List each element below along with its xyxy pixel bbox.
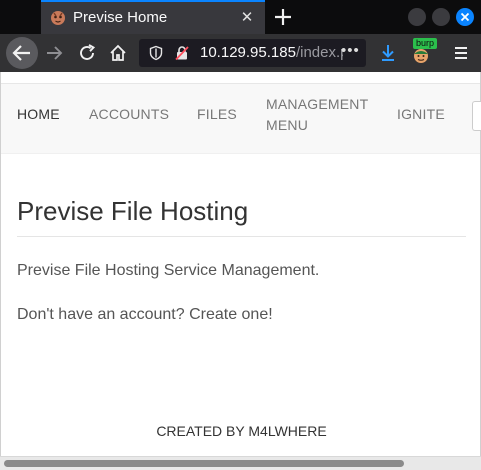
tab-title: Previse Home [73,9,168,26]
site-navbar: HOME ACCOUNTS FILES MANAGEMENT MENU IGNI… [1,83,481,154]
browser-tab[interactable]: Previse Home ✕ [41,0,265,34]
scrollbar-thumb[interactable] [4,460,404,467]
forward-arrow-icon[interactable] [44,43,64,63]
nav-link-management-menu[interactable]: MANAGEMENT MENU [266,94,368,136]
page-actions-menu-icon[interactable]: ••• [341,42,360,59]
create-account-prompt[interactable]: Don't have an account? Create one! [17,306,273,324]
reload-icon[interactable] [77,43,97,63]
nav-link-home[interactable]: HOME [17,104,60,125]
close-window-icon [460,12,470,22]
close-tab-icon[interactable]: ✕ [237,8,257,28]
address-bar[interactable]: 10.129.95.185/index.php ••• [139,39,366,67]
nav-link-management-line2: MENU [266,117,309,133]
page-title: Previse File Hosting [17,196,249,226]
nav-link-ignite[interactable]: IGNITE [397,104,445,125]
browser-toolbar: 10.129.95.185/index.php ••• burp [0,34,481,72]
arrow-left-icon [12,45,30,61]
nav-link-files[interactable]: FILES [197,104,237,125]
service-description: Previse File Hosting Service Management. [17,262,320,279]
footer-credit: CREATED BY M4LWHERE [156,423,327,439]
nav-link-management-line1: MANAGEMENT [266,96,369,112]
minimize-window-button[interactable] [408,8,426,26]
insecure-lock-icon[interactable] [174,45,190,61]
site-favicon-icon [51,11,65,25]
maximize-window-button[interactable] [432,8,450,26]
burp-badge: burp [413,38,438,49]
tab-strip: Previse Home ✕ [0,0,481,34]
url-host: 10.129.95.185 [200,44,296,61]
nav-link-accounts[interactable]: ACCOUNTS [89,104,169,125]
horizontal-scrollbar[interactable] [0,456,481,470]
url-path: /index.php [295,44,343,61]
page-viewport: HOME ACCOUNTS FILES MANAGEMENT MENU IGNI… [0,72,481,456]
back-button[interactable] [6,37,38,69]
close-window-button[interactable] [456,8,474,26]
home-icon[interactable] [108,43,128,63]
url-text: 10.129.95.185/index.php [200,44,343,61]
title-divider [17,236,466,237]
new-tab-plus-icon[interactable] [271,5,295,29]
shield-icon[interactable] [148,45,164,61]
download-arrow-icon[interactable] [378,43,398,63]
navbar-form-edge[interactable] [472,101,481,131]
hamburger-menu-icon[interactable] [451,43,471,63]
